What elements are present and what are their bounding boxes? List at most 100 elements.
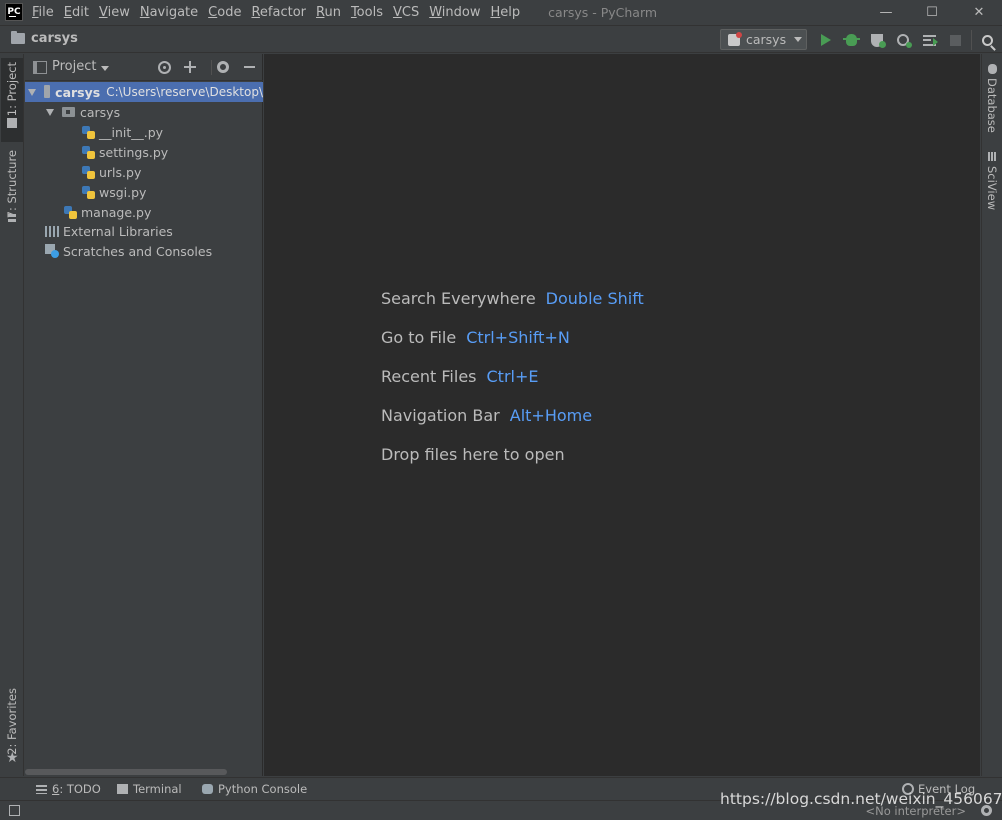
tree-item-file[interactable]: wsgi.py [25,182,263,202]
profile-button[interactable] [894,31,912,49]
gear-icon [217,61,229,73]
tab-python-console[interactable]: Python Console [202,782,307,796]
tree-item-file[interactable]: urls.py [25,162,263,182]
terminal-icon [117,784,128,794]
tab-terminal[interactable]: Terminal [117,782,182,796]
tree-item-package[interactable]: carsys [25,102,263,122]
menu-file[interactable]: File [32,5,54,20]
left-tool-strip: 1: Project 7: Structure 2: Favorites ★ [0,54,24,776]
stop-icon [949,34,961,46]
tree-item-label: External Libraries [63,223,173,239]
menu-run[interactable]: Run [316,5,341,20]
header-divider [211,60,212,75]
project-tool-window: Project carsys C:\Users\reserve\Desktop\… [25,54,263,776]
settings-button[interactable] [215,59,231,75]
minimize-button[interactable]: — [863,0,909,24]
scratches-icon [45,244,59,258]
menu-refactor[interactable]: Refactor [251,5,306,20]
menu-window[interactable]: Window [429,5,480,20]
tab-favorites[interactable]: 2: Favorites [5,688,19,755]
locate-file-button[interactable] [156,59,172,75]
menu-code[interactable]: Code [208,5,241,20]
tab-project[interactable]: 1: Project [5,62,19,116]
package-icon [62,107,75,117]
expand-arrow-icon[interactable] [46,108,54,116]
bug-icon [842,34,860,46]
debug-button[interactable] [842,31,860,49]
tree-item-label: __init__.py [99,124,164,140]
python-file-icon [82,125,95,139]
horizontal-scrollbar[interactable] [25,769,227,775]
star-icon: ★ [6,750,19,766]
chevron-down-icon[interactable] [101,66,109,71]
project-view-select[interactable]: Project [52,59,96,74]
python-file-icon [82,185,95,199]
database-icon [988,64,997,74]
hide-panel-button[interactable] [241,59,257,75]
toggle-tool-windows-icon[interactable] [9,805,20,816]
minimize-icon: — [879,4,893,20]
tab-database[interactable]: Database [985,78,999,133]
menu-help[interactable]: Help [491,5,521,20]
run-configuration-label: carsys [746,32,787,47]
watermark-url: https://blog.csdn.net/weixin_45606738 [720,790,1002,808]
collapse-all-button[interactable] [182,59,198,75]
expand-arrow-icon[interactable] [28,88,36,96]
project-folder-icon [7,118,17,128]
hint-shortcut: Ctrl+Shift+N [466,328,570,347]
run-with-coverage-button[interactable] [868,31,886,49]
tab-structure[interactable]: 7: Structure [5,150,19,218]
menu-tools[interactable]: Tools [351,5,383,20]
tab-todo-label: : TODO [59,782,101,796]
tree-item-external-libraries[interactable]: External Libraries [25,221,263,241]
tree-item-label: carsys [55,84,101,100]
hint-text: Recent Files [381,367,477,386]
tree-item-file[interactable]: settings.py [25,142,263,162]
tab-python-console-label: Python Console [218,782,308,796]
folder-icon [44,84,51,98]
hint-navigation-bar: Navigation Bar Alt+Home [381,406,592,425]
run-button[interactable] [817,31,835,49]
breadcrumb[interactable]: carsys [11,31,78,46]
menu-navigate[interactable]: Navigate [140,5,198,20]
tree-item-root[interactable]: carsys C:\Users\reserve\Desktop\ [25,82,263,102]
coverage-icon [871,33,886,48]
concurrency-diagram-button[interactable] [920,31,938,49]
search-everywhere-button[interactable] [978,31,996,49]
tree-item-label: urls.py [99,164,142,180]
close-button[interactable]: ✕ [956,0,1002,24]
menu-view[interactable]: View [99,5,130,20]
minimize-panel-icon [243,66,255,68]
tab-todo-mnemonic: 6 [52,782,60,796]
tree-item-label: wsgi.py [99,184,147,200]
toolbar-divider [971,30,972,50]
structure-icon [8,214,16,224]
django-config-icon [728,31,742,46]
tab-todo[interactable]: 6: TODO [36,782,101,796]
breadcrumb-project[interactable]: carsys [31,31,78,46]
hint-shortcut: Double Shift [545,289,644,308]
collapse-icon [184,61,196,73]
close-icon: ✕ [973,4,985,20]
project-view-icon [33,61,47,74]
window-title: carsys - PyCharm [548,4,658,20]
hint-text: Go to File [381,328,457,347]
hint-drop-files: Drop files here to open [381,445,565,464]
python-file-icon [82,165,95,179]
tree-item-file[interactable]: manage.py [25,202,263,222]
concurrency-icon [922,34,938,46]
hint-text: Navigation Bar [381,406,500,425]
run-configuration-select[interactable]: carsys [720,29,807,50]
stop-button[interactable] [946,31,964,49]
tab-sciview[interactable]: SciView [985,166,999,210]
menu-vcs[interactable]: VCS [393,5,419,20]
chevron-down-icon [794,37,803,42]
pycharm-logo-icon: PC [5,3,23,21]
maximize-button[interactable]: ☐ [909,0,955,24]
tree-item-label: manage.py [81,204,152,220]
menu-edit[interactable]: Edit [64,5,89,20]
tree-item-file[interactable]: __init__.py [25,122,263,142]
folder-icon [11,31,25,44]
hint-search-everywhere: Search Everywhere Double Shift [381,289,644,308]
tree-item-scratches[interactable]: Scratches and Consoles [25,241,263,261]
